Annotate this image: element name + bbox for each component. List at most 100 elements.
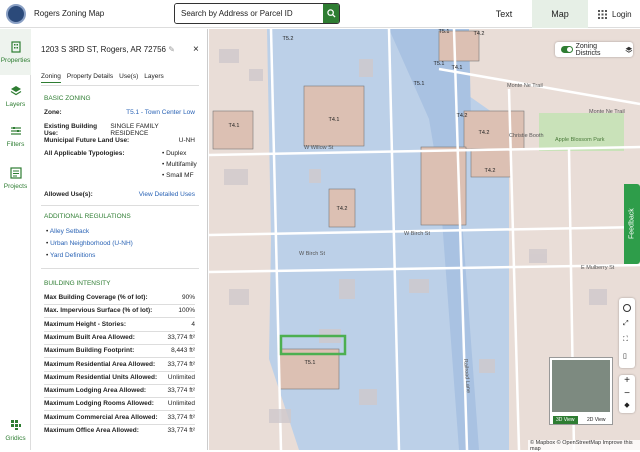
map-attribution[interactable]: © Mapbox © OpenStreetMap Improve this ma… [528, 440, 640, 452]
intensity-row: Maximum Lodging Rooms Allowed: Unlimited [44, 400, 195, 407]
filter-sliders-icon [10, 127, 21, 135]
tab-uses[interactable]: Use(s) [119, 73, 138, 83]
draw-icon[interactable]: ⛶ [623, 336, 628, 344]
additional-regulations-title: ADDITIONAL REGULATIONS [44, 213, 131, 220]
divider [44, 357, 195, 359]
intensity-row: Maximum Built Area Allowed: 33,774 ft² [44, 334, 195, 341]
intensity-value: 33,774 ft² [167, 427, 195, 434]
feedback-button[interactable]: Feedback [624, 184, 640, 264]
minimap: 3D View 2D View [549, 357, 613, 425]
city-seal-logo [6, 3, 26, 24]
intensity-label: Maximum Lodging Area Allowed: [44, 387, 147, 395]
divider [44, 397, 195, 399]
parcel [303, 85, 365, 147]
search-input[interactable] [175, 4, 323, 23]
intensity-value: Unlimited [167, 373, 195, 381]
zone-link[interactable]: T5.1 - Town Center Low [126, 109, 195, 116]
typology-list: • Duplex • Multifamily • Small MF [162, 150, 197, 179]
nav-gridics[interactable]: Gridics [0, 419, 31, 442]
building-intensity-title: BUILDING INTENSITY [44, 280, 111, 287]
zone-label: T4.1 [228, 123, 239, 129]
intensity-label: Maximum Residential Units Allowed: [44, 373, 158, 381]
login-button[interactable]: Login [598, 0, 632, 28]
zoning-districts-toggle[interactable]: Zoning Districts [555, 42, 633, 57]
divider [41, 268, 199, 269]
close-icon[interactable]: × [193, 44, 199, 55]
flu-row: Municipal Future Land Use: U-NH [44, 137, 195, 144]
zone-label: T4.1 [451, 65, 462, 71]
reg-item[interactable]: • Alley Setback [46, 228, 197, 235]
locate-icon[interactable] [623, 304, 631, 312]
zone-label: T5.2 [282, 36, 293, 42]
divider [44, 423, 195, 425]
intensity-label: Max Building Coverage (% of lot): [44, 294, 148, 301]
nav-gridics-label: Gridics [5, 435, 26, 442]
edit-icon[interactable]: ✎ [168, 45, 175, 54]
building-icon [10, 41, 21, 53]
intensity-value: 4 [191, 320, 195, 328]
street-label: E Mulberry St [581, 265, 615, 271]
tab-zoning[interactable]: Zoning [41, 73, 61, 83]
divider [44, 410, 195, 412]
divider [41, 85, 199, 86]
print-icon[interactable]: ▯ [623, 352, 627, 360]
toggle-switch[interactable] [561, 46, 573, 53]
zone-label: T4.2 [478, 130, 489, 136]
park-label: Apple Blossom Park [555, 137, 605, 143]
reg-item[interactable]: • Urban Neighborhood (U-NH) [46, 240, 197, 247]
nav-layers-label: Layers [5, 101, 26, 108]
app-title: Rogers Zoning Map [34, 9, 105, 18]
zone-label: T5.1 [438, 29, 449, 35]
zoom-in-button[interactable]: + [619, 375, 635, 388]
reg-item[interactable]: • Yard Definitions [46, 252, 197, 259]
nav-projects-label: Projects [3, 183, 28, 190]
use-row: Existing Building Use: SINGLE FAMILY RESI… [44, 123, 159, 137]
search-button[interactable] [323, 4, 339, 23]
tab-text[interactable]: Text [476, 0, 532, 28]
intensity-label: Maximum Commercial Area Allowed: [44, 413, 158, 421]
intensity-value: 100% [178, 307, 195, 315]
zoning-districts-label: Zoning Districts [575, 42, 601, 57]
map-tools: ⤢ ⛶ ▯ [619, 298, 635, 368]
intensity-row: Maximum Height - Stories: 4 [44, 321, 195, 328]
3d-view-button[interactable]: 3D View [553, 416, 578, 424]
divider [44, 304, 195, 305]
list-item: • Multifamily [162, 161, 197, 168]
nav-projects[interactable]: Projects [0, 167, 31, 190]
intensity-label: Maximum Height - Stories: [44, 320, 126, 328]
zone-label: T5.1 [304, 360, 315, 366]
2d-view-button[interactable]: 2D View [584, 416, 609, 424]
intensity-row: Maximum Residential Area Allowed: 33,774 … [44, 361, 195, 368]
grid-icon [598, 9, 607, 19]
nav-filters[interactable]: Filters [0, 125, 31, 148]
parcel [212, 110, 254, 150]
zone-row: Zone: T5.1 - Town Center Low [44, 109, 195, 116]
tab-layers[interactable]: Layers [144, 73, 164, 83]
apple-blossom-park [539, 113, 624, 151]
intensity-row: Maximum Lodging Area Allowed: 33,774 ft² [44, 387, 195, 394]
intensity-row: Maximum Building Footprint: 8,443 ft² [44, 347, 195, 354]
compass-icon[interactable]: ◆ [619, 401, 635, 413]
parcel [463, 110, 525, 150]
intensity-row: Maximum Commercial Area Allowed: 33,774 f… [44, 414, 195, 421]
zoom-out-button[interactable]: − [619, 388, 635, 401]
street-label: Monte Ne Trail [589, 109, 625, 115]
tab-property-details[interactable]: Property Details [67, 73, 113, 83]
intensity-value: 33,774 ft² [167, 387, 195, 395]
satellite-thumbnail[interactable] [552, 360, 610, 412]
intensity-label: Maximum Built Area Allowed: [44, 333, 135, 341]
basic-zoning-title: BASIC ZONING [44, 95, 91, 102]
street-label: W Birch St [404, 231, 430, 237]
left-nav: Properties Layers Filters Projects Gridi… [0, 29, 31, 450]
nav-properties[interactable]: Properties [0, 29, 31, 75]
nav-layers[interactable]: Layers [0, 85, 31, 108]
intensity-value: 90% [181, 294, 195, 301]
view-uses-link[interactable]: View Detailed Uses [139, 191, 195, 198]
intensity-row: Max Building Coverage (% of lot): 90% [44, 294, 195, 301]
tab-map[interactable]: Map [532, 0, 588, 28]
measure-icon[interactable]: ⤢ [623, 320, 629, 328]
divider [44, 343, 195, 345]
nav-properties-label: Properties [0, 57, 31, 64]
intensity-label: Maximum Lodging Rooms Allowed: [44, 400, 154, 408]
property-address: 1203 S 3RD ST, Rogers, AR 72756 ✎ [41, 45, 175, 54]
